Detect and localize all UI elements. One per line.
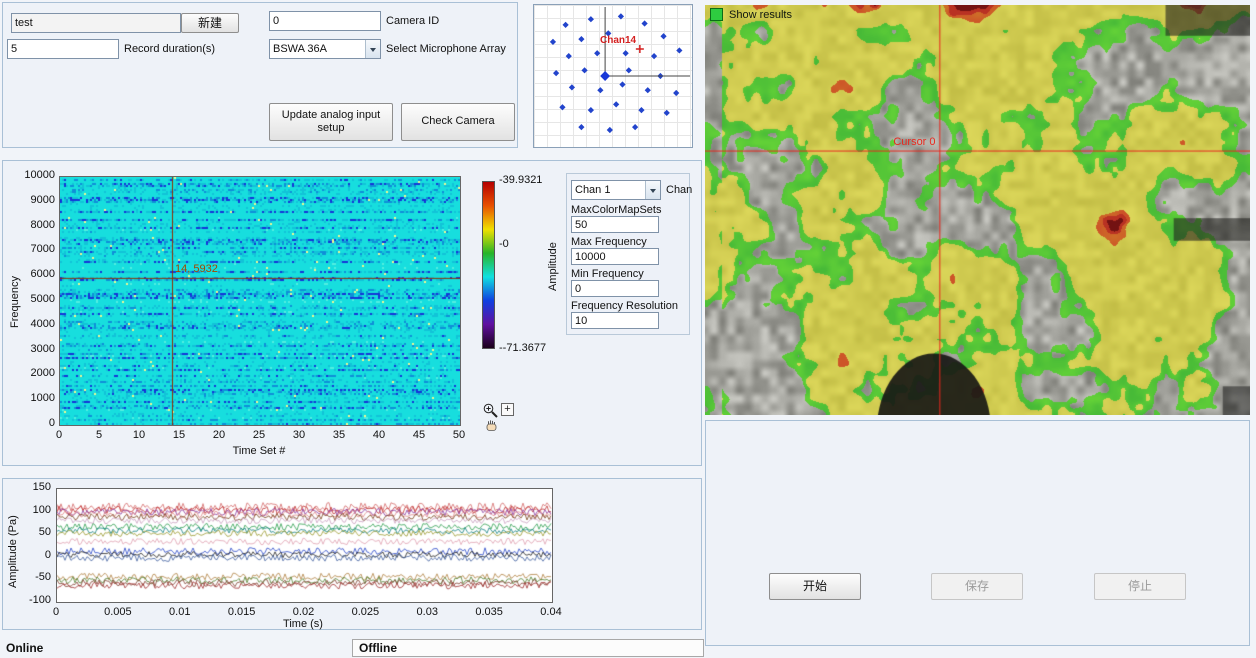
- tick-label: 0.015: [224, 606, 260, 618]
- offline-status-label: Offline: [359, 641, 397, 655]
- check-camera-button[interactable]: Check Camera: [401, 103, 515, 141]
- offline-status-box: Offline: [352, 639, 704, 657]
- tick-label: 30: [284, 429, 314, 441]
- acoustic-map-canvas[interactable]: [705, 5, 1250, 415]
- amplitude-colorbar: [482, 181, 495, 349]
- checkbox-checked-icon[interactable]: [710, 8, 723, 21]
- mic-array-select-value: BSWA 36A: [270, 43, 365, 55]
- tick-label: 5000: [11, 293, 55, 305]
- spectrogram-xlabel: Time Set #: [199, 445, 319, 457]
- tick-label: 15: [164, 429, 194, 441]
- chevron-down-icon[interactable]: [365, 40, 380, 58]
- config-panel: 新建 Record duration(s) Camera ID BSWA 36A…: [2, 2, 518, 148]
- tick-label: 10: [124, 429, 154, 441]
- waveform-canvas[interactable]: [57, 489, 552, 602]
- tick-label: 10000: [11, 169, 55, 181]
- zoom-select-icon[interactable]: +: [501, 403, 514, 416]
- min-frequency-input[interactable]: [571, 280, 659, 297]
- tick-label: 50: [444, 429, 474, 441]
- waveform-xlabel: Time (s): [273, 618, 333, 630]
- spectrogram-cursor-readout: 14, 5932: [175, 263, 218, 275]
- stop-button[interactable]: 停止: [1094, 573, 1186, 600]
- online-status-label: Online: [6, 641, 43, 655]
- waveform-plot[interactable]: [56, 488, 553, 603]
- tick-label: 0: [38, 606, 74, 618]
- show-results-checkbox[interactable]: Show results: [710, 8, 792, 21]
- mic-array-label: Select Microphone Array: [386, 43, 506, 55]
- tick-label: -0: [499, 238, 563, 250]
- camera-id-input[interactable]: [269, 11, 381, 31]
- chevron-down-icon[interactable]: [645, 181, 660, 199]
- save-button[interactable]: 保存: [931, 573, 1023, 600]
- tick-label: 25: [244, 429, 274, 441]
- tick-label: 0: [11, 417, 55, 429]
- tick-label: 7000: [11, 243, 55, 255]
- tick-label: -39.9321: [499, 174, 563, 186]
- record-duration-label: Record duration(s): [124, 43, 215, 55]
- spectrogram-canvas[interactable]: [60, 177, 460, 425]
- tick-label: 150: [9, 481, 51, 493]
- frequency-resolution-label: Frequency Resolution: [571, 300, 678, 312]
- mic-array-plot[interactable]: Chan14: [533, 4, 693, 148]
- tick-label: 6000: [11, 268, 55, 280]
- tick-label: 0.025: [347, 606, 383, 618]
- pan-hand-icon[interactable]: [485, 419, 498, 432]
- maxcolormapsets-label: MaxColorMapSets: [571, 204, 661, 216]
- camera-view[interactable]: Show results Cursor 0: [705, 5, 1250, 415]
- tick-label: 8000: [11, 219, 55, 231]
- tick-label: 100: [9, 504, 51, 516]
- tick-label: 0.02: [286, 606, 322, 618]
- spectrogram-plot[interactable]: [59, 176, 461, 426]
- tick-label: -50: [9, 571, 51, 583]
- tick-label: 40: [364, 429, 394, 441]
- tick-label: 9000: [11, 194, 55, 206]
- tick-label: 45: [404, 429, 434, 441]
- update-analog-input-button[interactable]: Update analog input setup: [269, 103, 393, 141]
- channel-select[interactable]: Chan 1: [571, 180, 661, 200]
- tick-label: 0.005: [100, 606, 136, 618]
- tick-label: 50: [9, 526, 51, 538]
- tick-label: -100: [9, 594, 51, 606]
- mic-array-select[interactable]: BSWA 36A: [269, 39, 381, 59]
- tick-label: 0: [44, 429, 74, 441]
- new-button[interactable]: 新建: [181, 13, 239, 33]
- start-button[interactable]: 开始: [769, 573, 861, 600]
- tick-label: 0.04: [533, 606, 569, 618]
- record-duration-input[interactable]: [7, 39, 119, 59]
- tick-label: 1000: [11, 392, 55, 404]
- analysis-controls-panel: Chan 1 Chan MaxColorMapSets Max Frequenc…: [566, 173, 690, 335]
- zoom-tool-icon[interactable]: [482, 402, 499, 419]
- max-frequency-label: Max Frequency: [571, 236, 647, 248]
- tick-label: 5: [84, 429, 114, 441]
- maxcolormapsets-input[interactable]: [571, 216, 659, 233]
- channel-select-label: Chan: [666, 184, 692, 196]
- tick-label: 0.03: [409, 606, 445, 618]
- tick-label: 0: [9, 549, 51, 561]
- channel-select-value: Chan 1: [572, 184, 645, 196]
- show-results-label: Show results: [729, 9, 792, 21]
- mic-array-points: [534, 5, 692, 147]
- tick-label: 3000: [11, 343, 55, 355]
- tick-label: 4000: [11, 318, 55, 330]
- tick-label: 20: [204, 429, 234, 441]
- tick-label: 35: [324, 429, 354, 441]
- max-frequency-input[interactable]: [571, 248, 659, 265]
- tick-label: 0.01: [162, 606, 198, 618]
- tick-label: --71.3677: [499, 342, 563, 354]
- mic-array-chan-label: Chan14: [600, 35, 636, 46]
- spectrogram-panel: 14, 5932 Frequency Time Set # Amplitude …: [2, 160, 702, 466]
- camera-cursor-label: Cursor 0: [893, 136, 935, 148]
- camera-id-label: Camera ID: [386, 15, 439, 27]
- min-frequency-label: Min Frequency: [571, 268, 644, 280]
- waveform-panel: Amplitude (Pa) Time (s) 150100500-50-100…: [2, 478, 702, 630]
- results-panel: 开始 保存 停止: [705, 420, 1250, 646]
- session-name-input[interactable]: [11, 13, 181, 33]
- frequency-resolution-input[interactable]: [571, 312, 659, 329]
- tick-label: 2000: [11, 367, 55, 379]
- tick-label: 0.035: [471, 606, 507, 618]
